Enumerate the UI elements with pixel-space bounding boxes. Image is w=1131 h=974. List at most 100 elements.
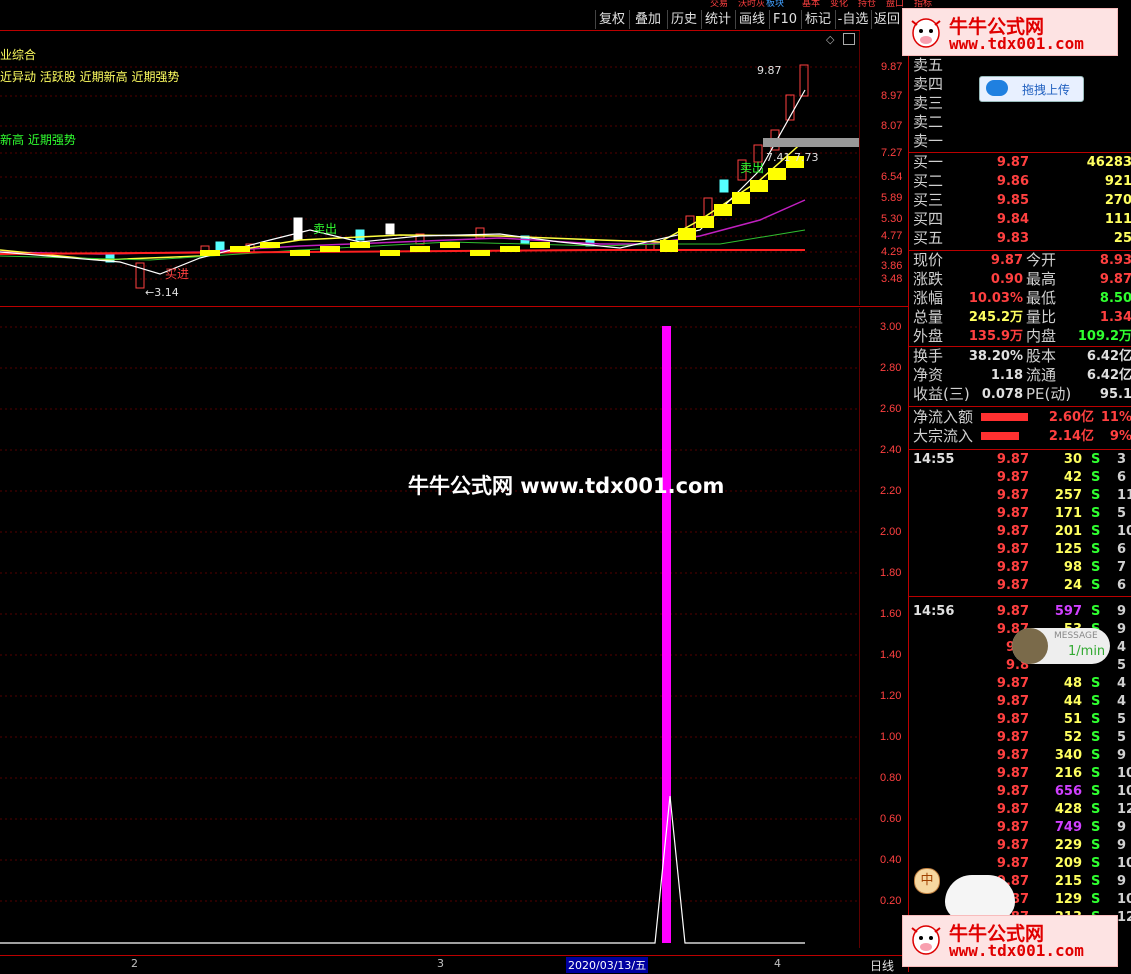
tick-separator	[909, 596, 1131, 597]
flow-value: 2.60亿	[1048, 410, 1094, 425]
top-tab[interactable]: 变化	[830, 0, 848, 9]
quote-value: 9.87	[1099, 272, 1131, 287]
tick-count: 3	[1117, 452, 1127, 467]
main-legend-2: 近异动 活跃股 近期新高 近期强势	[0, 70, 180, 84]
tick-count: 6	[1117, 542, 1127, 557]
price-box	[763, 138, 859, 147]
tick-volume: 209	[1054, 856, 1082, 871]
flow-percent: 11%	[1100, 410, 1131, 425]
toolbar-button[interactable]: F10	[769, 10, 800, 29]
y-tick-label: 3.86	[881, 260, 903, 272]
y-tick-label: 8.97	[881, 90, 903, 102]
tick-count: 5	[1117, 730, 1127, 745]
tick-count: 6	[1117, 470, 1127, 485]
cloud-icon	[986, 80, 1008, 96]
mid-price-value: 7.41	[766, 151, 791, 164]
tick-volume: 201	[1054, 524, 1082, 539]
quote-label: 涨幅	[913, 289, 944, 307]
top-tab[interactable]: 交易	[710, 0, 728, 9]
tick-side: S	[1091, 892, 1101, 907]
tick-row: 9.87 229 S 9	[909, 837, 1131, 855]
top-tab[interactable]: 板块	[766, 0, 784, 9]
indicator-chart[interactable]	[0, 308, 860, 948]
toolbar-button[interactable]: 画线	[735, 10, 768, 29]
toolbar-button[interactable]: 统计	[701, 10, 734, 29]
message-title: MESSAGE	[1054, 631, 1098, 641]
watermark-text: 牛牛公式网 www.tdx001.com	[408, 474, 725, 498]
toolbar-button[interactable]: 返回	[871, 10, 902, 29]
tick-side: S	[1091, 820, 1101, 835]
date-axis: 2 3 2020/03/13/五 4 日线	[0, 955, 908, 973]
tick-count: 10	[1117, 892, 1131, 907]
tick-count: 11	[1117, 488, 1131, 503]
chart-diamond-icon[interactable]: ◇	[826, 33, 834, 46]
date-label: 2	[131, 957, 138, 970]
orderbook-label: 买五	[913, 229, 944, 247]
tick-volume: 48	[1063, 676, 1082, 691]
quote-value: 9.87	[990, 253, 1023, 268]
orderbook-price: 9.85	[996, 193, 1029, 208]
y-tick-label: 3.48	[881, 273, 903, 285]
tick-side: S	[1091, 766, 1101, 781]
y-tick-label: 5.30	[881, 213, 903, 225]
tick-volume: 749	[1054, 820, 1082, 835]
quote-row: 现价 9.87 今开 8.93	[909, 251, 1131, 270]
quote-label: 内盘	[1026, 327, 1057, 345]
tick-price: 9.87	[996, 506, 1029, 521]
tick-count: 4	[1117, 676, 1127, 691]
tick-side: S	[1091, 560, 1101, 575]
tick-volume: 257	[1054, 488, 1082, 503]
toolbar-button[interactable]: 复权	[595, 10, 628, 29]
fund-label: 换手	[913, 347, 944, 365]
quote-label: 涨跌	[913, 270, 944, 288]
tick-price: 9.87	[996, 766, 1029, 781]
tick-row: 9.87 656 S 10	[909, 783, 1131, 801]
y-tick-label: 3.00	[880, 321, 902, 333]
orderbook-buy-row: 买四 9.84 111	[909, 210, 1131, 229]
tick-count: 7	[1117, 560, 1127, 575]
y-tick-label: 2.20	[880, 485, 902, 497]
y-tick-label: 5.89	[881, 192, 903, 204]
top-tab[interactable]: 持仓	[858, 0, 876, 9]
orderbook-volume: 270	[1104, 193, 1131, 208]
toolbar-button[interactable]: 叠加	[629, 10, 666, 29]
tick-side: S	[1091, 470, 1101, 485]
y-tick-label: 8.07	[881, 120, 903, 132]
toolbar-button[interactable]: 历史	[667, 10, 700, 29]
top-tab[interactable]: 基本	[802, 0, 820, 9]
tick-price: 9.87	[996, 604, 1029, 619]
orderbook-label: 买一	[913, 153, 944, 171]
upload-button[interactable]: 拖拽上传	[979, 76, 1084, 102]
tick-count: 9	[1117, 838, 1127, 853]
flow-value: 2.14亿	[1048, 429, 1094, 444]
y-tick-label: 0.20	[880, 895, 902, 907]
period-selector[interactable]: 日线	[870, 957, 894, 974]
tick-row: 9.87129S10	[909, 891, 1131, 909]
tick-count: 9	[1117, 874, 1127, 889]
message-widget[interactable]: MESSAGE 1/min	[1012, 628, 1110, 664]
tick-price: 9.87	[996, 524, 1029, 539]
quote-row: 总量 245.2万 量比 1.34	[909, 308, 1131, 327]
low-price-value: 3.14	[154, 286, 179, 299]
tick-volume: 597	[1054, 604, 1082, 619]
top-tab[interactable]: 沃时灰	[738, 0, 765, 9]
chart-window-icon[interactable]	[843, 33, 855, 45]
quote-row: 涨幅 10.03% 最低 8.50	[909, 289, 1131, 308]
toolbar-button[interactable]: -自选	[835, 10, 870, 29]
y-tick-label: 2.60	[880, 403, 902, 415]
flow-label: 大宗流入	[913, 427, 974, 445]
fund-row: 收益(三) 0.078 PE(动) 95.1	[909, 385, 1131, 404]
toolbar-button[interactable]: 标记	[801, 10, 834, 29]
orderbook-volume: 111	[1104, 212, 1131, 227]
tick-side: S	[1091, 506, 1101, 521]
tick-count: 9	[1117, 622, 1127, 637]
upload-button-label: 拖拽上传	[1022, 83, 1071, 97]
orderbook-price: 9.83	[996, 231, 1029, 246]
tick-price: 9.87	[996, 542, 1029, 557]
tick-count: 10	[1117, 524, 1131, 539]
tick-row: 9.87 125 S 6	[909, 541, 1131, 559]
quote-label: 今开	[1026, 251, 1057, 269]
quote-value: 8.50	[1099, 291, 1131, 306]
tick-count: 5	[1117, 506, 1127, 521]
tick-price: 9.87	[996, 712, 1029, 727]
